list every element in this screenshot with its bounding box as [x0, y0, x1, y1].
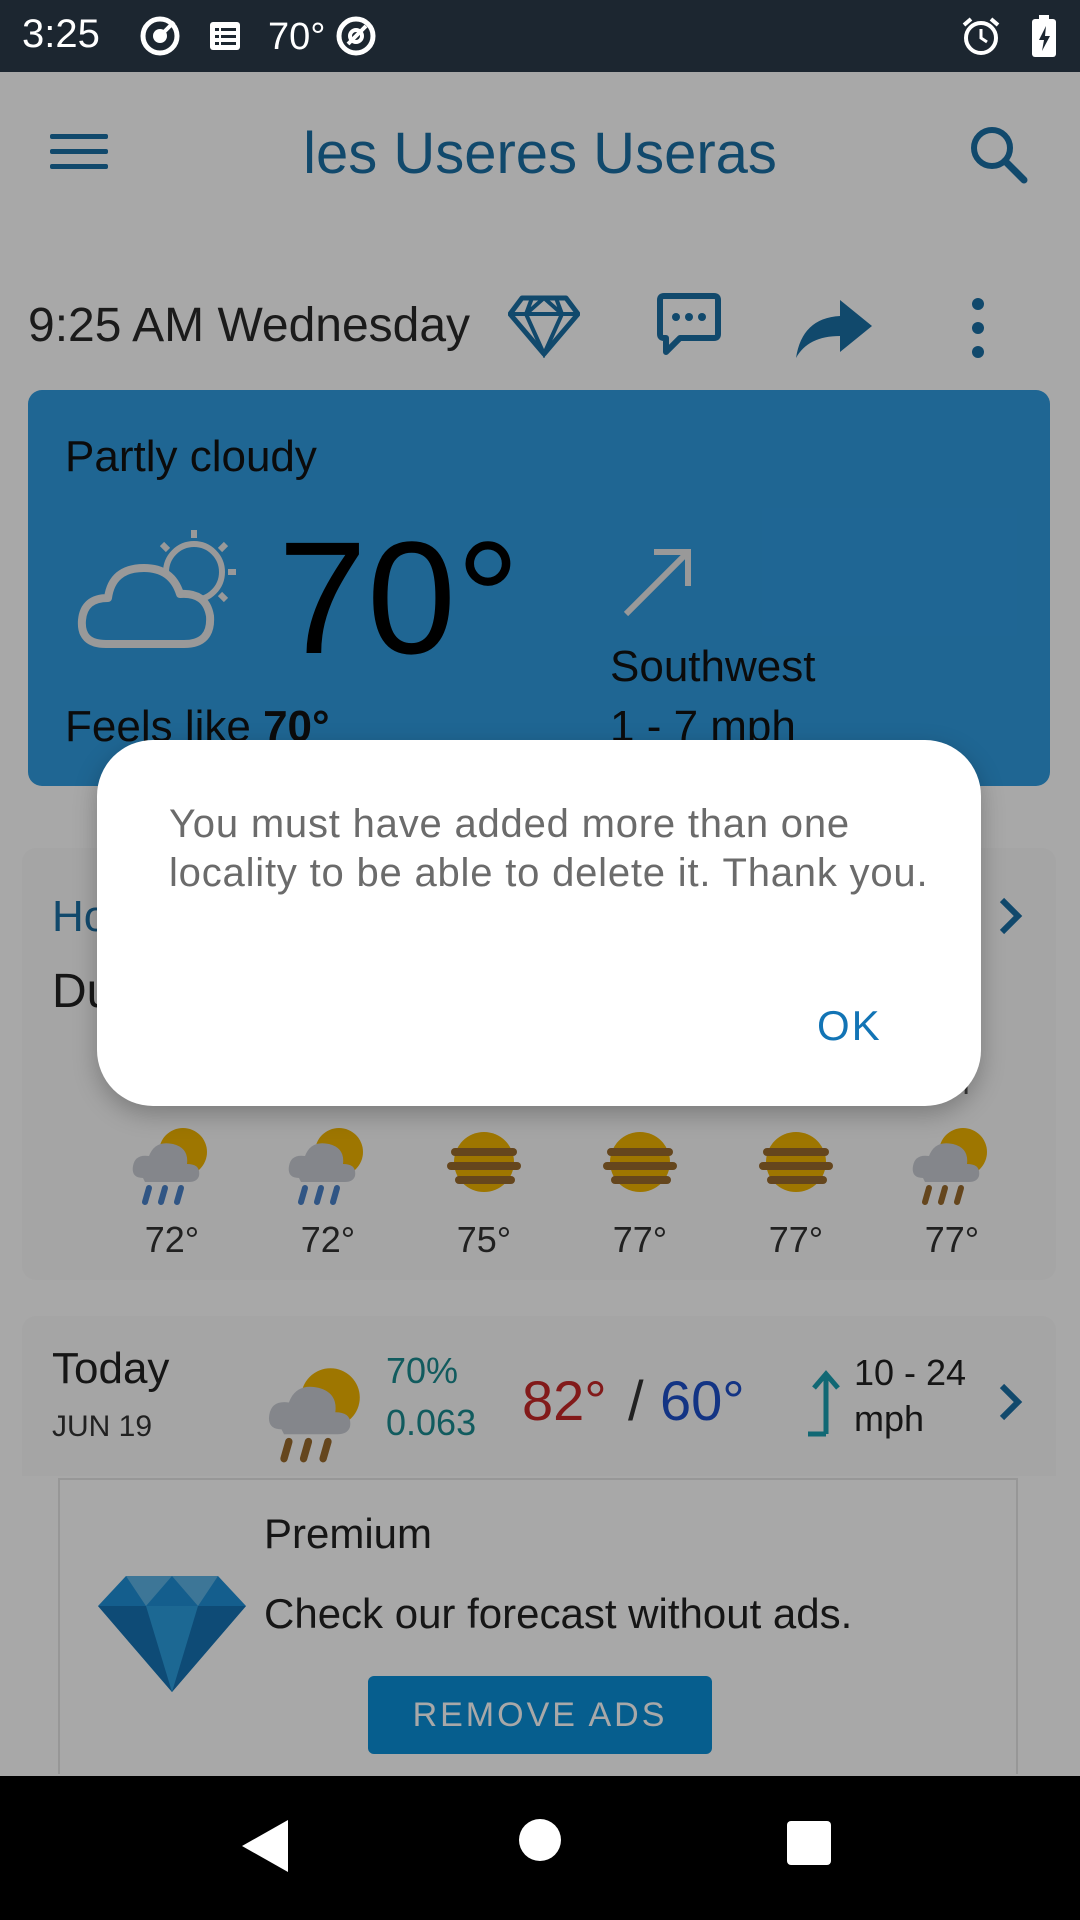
- status-time: 3:25: [22, 12, 100, 56]
- alarm-icon: [960, 14, 1002, 58]
- status-temp: 70°: [268, 16, 326, 58]
- battery-charging-icon: [1030, 14, 1058, 58]
- dialog-message: You must have added more than one locali…: [169, 802, 929, 895]
- back-icon[interactable]: [240, 1818, 290, 1879]
- status-bar: 3:25 70°: [0, 0, 1080, 72]
- recents-icon[interactable]: [786, 1820, 832, 1871]
- alert-dialog: You must have added more than one locali…: [97, 740, 981, 1106]
- at-icon: [334, 14, 378, 58]
- navigation-bar: [0, 1776, 1080, 1920]
- list-icon: [208, 14, 242, 58]
- home-icon[interactable]: [518, 1818, 562, 1867]
- target-icon: [138, 14, 182, 58]
- ok-button[interactable]: OK: [817, 1002, 882, 1050]
